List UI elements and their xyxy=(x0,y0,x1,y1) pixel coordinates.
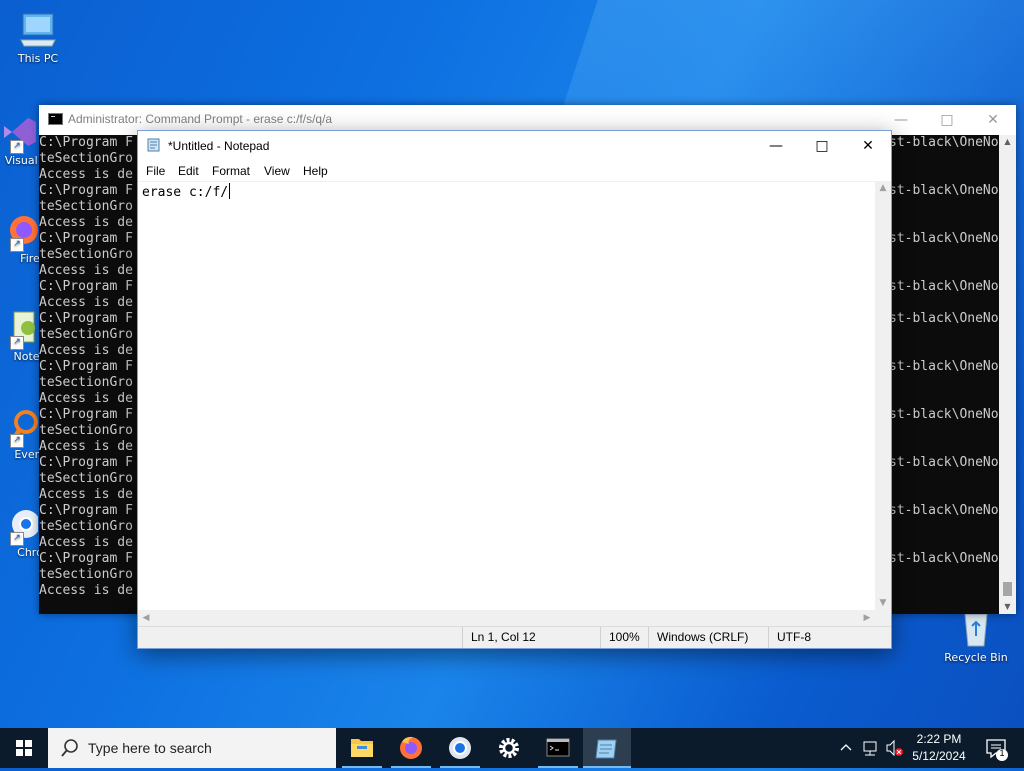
clock-date: 5/12/2024 xyxy=(912,749,966,763)
shortcut-arrow-icon: ↗ xyxy=(10,140,24,154)
scroll-down-arrow-icon[interactable]: ▼ xyxy=(875,598,891,608)
cmd-close-button[interactable]: ✕ xyxy=(970,105,1016,135)
status-cursor-position: Ln 1, Col 12 xyxy=(462,627,601,648)
scrollbar-corner xyxy=(875,610,891,627)
console-line-fragment: st-black\OneNo xyxy=(889,551,999,566)
notepad-status-bar: Ln 1, Col 12 100% Windows (CRLF) UTF-8 xyxy=(138,626,891,648)
notepad-title-bar[interactable]: *Untitled - Notepad — □ ✕ xyxy=(138,131,891,161)
search-placeholder: Type here to search xyxy=(88,740,212,756)
everything-search-icon: ↗ xyxy=(0,406,38,448)
cmd-maximize-button[interactable]: □ xyxy=(924,105,970,135)
console-line-fragment: st-black\OneNo xyxy=(889,231,999,246)
notepad-window-title: *Untitled - Notepad xyxy=(168,139,270,153)
shortcut-arrow-icon: ↗ xyxy=(10,336,24,350)
shortcut-arrow-icon: ↗ xyxy=(10,434,24,448)
taskbar-command-prompt[interactable] xyxy=(534,728,582,768)
clock-time: 2:22 PM xyxy=(916,732,962,746)
notepad-icon xyxy=(595,739,617,759)
notepad-menu-bar: File Edit Format View Help xyxy=(138,161,891,181)
network-icon xyxy=(863,741,877,756)
firefox-icon: ↗ xyxy=(0,210,38,252)
console-line-fragment: st-black\OneNo xyxy=(889,407,999,422)
taskbar-file-explorer[interactable] xyxy=(338,728,386,768)
notepad-content: erase c:/f/ xyxy=(142,185,229,200)
status-line-ending: Windows (CRLF) xyxy=(648,627,765,648)
desktop-icon-this-pc[interactable]: This PC xyxy=(0,10,76,65)
scroll-left-arrow-icon[interactable]: ◀ xyxy=(138,613,154,623)
notepad-maximize-button[interactable]: □ xyxy=(799,131,845,161)
network-status[interactable] xyxy=(860,728,882,768)
notepad-text-line: erase c:/f/ xyxy=(142,183,231,202)
desktop-icon-recycle-bin[interactable]: Recycle Bin xyxy=(938,610,1014,664)
taskbar-search-box[interactable]: Type here to search xyxy=(48,728,336,768)
shortcut-arrow-icon: ↗ xyxy=(10,238,24,252)
notepad-minimize-button[interactable]: — xyxy=(753,131,799,161)
console-line-fragment: st-black\OneNo xyxy=(889,503,999,518)
cmd-icon xyxy=(48,113,63,125)
chrome-icon: ↗ xyxy=(0,504,40,546)
taskbar: Type here to search 2:22 PM 5/12/2024 1 xyxy=(0,728,1024,768)
console-line-fragment: st-black\OneNo xyxy=(889,183,999,198)
chrome-icon xyxy=(449,737,471,759)
status-zoom: 100% xyxy=(600,627,649,648)
desktop-icon-label: This PC xyxy=(17,52,59,65)
console-line-fragment: st-black\OneNo xyxy=(889,279,999,294)
cmd-window-title: Administrator: Command Prompt - erase c:… xyxy=(68,112,333,126)
notepad-icon xyxy=(147,138,162,152)
menu-view[interactable]: View xyxy=(264,164,290,178)
taskbar-settings[interactable] xyxy=(485,728,533,768)
folder-icon xyxy=(351,739,373,757)
taskbar-clock[interactable]: 2:22 PM 5/12/2024 xyxy=(900,731,978,765)
shortcut-arrow-icon: ↗ xyxy=(10,532,24,546)
gear-icon xyxy=(499,738,519,758)
terminal-icon xyxy=(546,738,570,757)
notification-count: 1 xyxy=(999,748,1005,758)
scroll-up-arrow-icon[interactable]: ▲ xyxy=(999,135,1016,149)
recycle-bin-icon xyxy=(956,610,996,648)
status-encoding: UTF-8 xyxy=(768,627,887,648)
notepad-vertical-scrollbar[interactable]: ▲ ▼ xyxy=(875,181,891,610)
menu-edit[interactable]: Edit xyxy=(178,164,199,178)
menu-format[interactable]: Format xyxy=(212,164,250,178)
scroll-down-arrow-icon[interactable]: ▼ xyxy=(999,600,1016,614)
cmd-vertical-scrollbar[interactable]: ▲ ▼ xyxy=(999,135,1016,614)
firefox-icon xyxy=(400,736,422,759)
menu-file[interactable]: File xyxy=(146,164,165,178)
console-line-fragment: st-black\OneNo xyxy=(889,311,999,326)
text-caret xyxy=(229,183,231,199)
scrollbar-thumb[interactable] xyxy=(1003,582,1012,596)
console-line-fragment: st-black\OneNo xyxy=(889,455,999,470)
scroll-up-arrow-icon[interactable]: ▲ xyxy=(875,183,891,193)
start-button[interactable] xyxy=(0,728,48,768)
show-hidden-icons[interactable] xyxy=(836,728,856,768)
windows-logo-icon xyxy=(16,740,32,756)
chevron-up-icon xyxy=(840,744,852,751)
action-center-button[interactable]: 1 xyxy=(982,728,1012,768)
search-icon xyxy=(61,739,78,757)
visual-studio-icon: ↗ xyxy=(0,112,38,154)
notepad-close-button[interactable]: ✕ xyxy=(845,131,891,161)
notepad-horizontal-scrollbar[interactable]: ◀ ▶ xyxy=(138,610,875,627)
notepad-window[interactable]: *Untitled - Notepad — □ ✕ File Edit Form… xyxy=(137,130,892,649)
taskbar-chrome[interactable] xyxy=(436,728,484,768)
console-line-fragment: st-black\OneNo xyxy=(889,135,999,150)
notification-icon xyxy=(986,739,1008,761)
desktop-icon-label: Recycle Bin xyxy=(944,651,1008,664)
scroll-right-arrow-icon[interactable]: ▶ xyxy=(859,613,875,623)
menu-help[interactable]: Help xyxy=(303,164,328,178)
notepad-text-area[interactable]: erase c:/f/ xyxy=(138,181,875,610)
taskbar-notepad[interactable] xyxy=(583,728,631,768)
taskbar-firefox[interactable] xyxy=(387,728,435,768)
computer-icon xyxy=(18,10,58,50)
notepad-plus-icon: ↗ xyxy=(0,308,38,350)
console-line-fragment: st-black\OneNo xyxy=(889,359,999,374)
